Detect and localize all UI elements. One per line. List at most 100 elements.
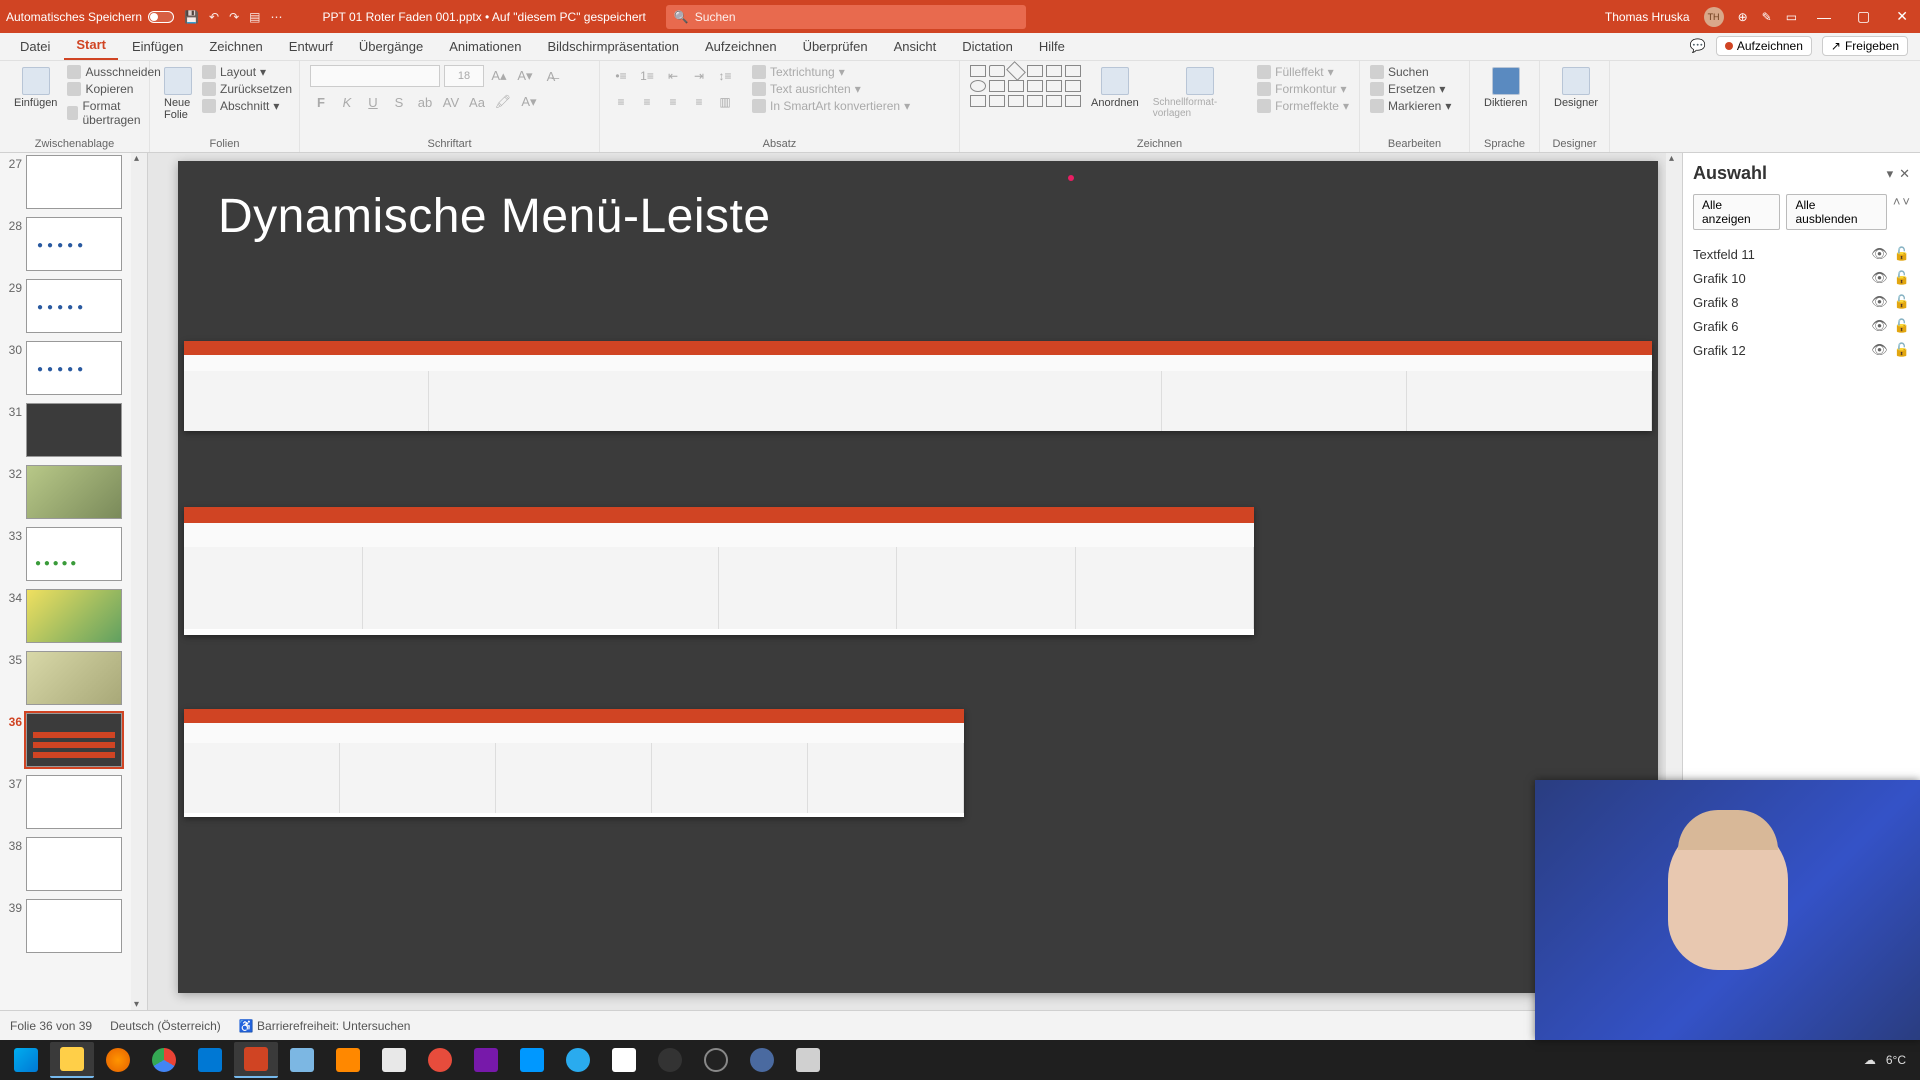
slide-counter[interactable]: Folie 36 von 39 bbox=[10, 1019, 92, 1033]
pane-dropdown-icon[interactable]: ▾ bbox=[1887, 166, 1894, 182]
new-slide-button[interactable]: Neue Folie bbox=[160, 65, 196, 123]
search-box[interactable]: 🔍 Suchen bbox=[666, 5, 1026, 29]
slide-image-ribbon-medium[interactable] bbox=[184, 507, 1254, 635]
lock-icon[interactable]: 🔓 bbox=[1894, 270, 1910, 286]
bold-button[interactable]: F bbox=[310, 91, 332, 113]
app-button-1[interactable] bbox=[280, 1042, 324, 1078]
user-avatar[interactable]: TH bbox=[1704, 7, 1724, 27]
app-button-6[interactable] bbox=[740, 1042, 784, 1078]
highlight-button[interactable]: 🖍 bbox=[492, 91, 514, 113]
indent-left-button[interactable]: ⇤ bbox=[662, 65, 684, 87]
pen-icon[interactable]: ✎ bbox=[1762, 10, 1772, 24]
system-tray[interactable]: ☁ 6°C bbox=[1864, 1053, 1916, 1067]
visibility-icon[interactable]: 👁 bbox=[1871, 270, 1888, 286]
tab-bildschirmpraesentation[interactable]: Bildschirmpräsentation bbox=[535, 33, 691, 60]
align-right-button[interactable]: ≡ bbox=[662, 91, 684, 113]
thumbnail-slide-32[interactable]: 32 bbox=[2, 465, 143, 519]
thumbnail-slide-33[interactable]: 33 bbox=[2, 527, 143, 581]
line-spacing-button[interactable]: ↕≡ bbox=[714, 65, 736, 87]
thumbnail-slide-37[interactable]: 37 bbox=[2, 775, 143, 829]
slide-image-ribbon-small[interactable] bbox=[184, 709, 964, 817]
start-button[interactable] bbox=[4, 1042, 48, 1078]
onenote-button[interactable] bbox=[464, 1042, 508, 1078]
tab-zeichnen[interactable]: Zeichnen bbox=[197, 33, 274, 60]
tab-dictation[interactable]: Dictation bbox=[950, 33, 1025, 60]
selection-item[interactable]: Grafik 8👁🔓 bbox=[1693, 294, 1910, 310]
font-color-button[interactable]: A▾ bbox=[518, 91, 540, 113]
thumbnail-slide-38[interactable]: 38 bbox=[2, 837, 143, 891]
firefox-button[interactable] bbox=[96, 1042, 140, 1078]
tab-uebergaenge[interactable]: Übergänge bbox=[347, 33, 435, 60]
tab-aufzeichnen[interactable]: Aufzeichnen bbox=[693, 33, 789, 60]
explorer-button[interactable] bbox=[50, 1042, 94, 1078]
outlook-button[interactable] bbox=[188, 1042, 232, 1078]
save-icon[interactable]: 💾 bbox=[184, 10, 199, 24]
slide-title-text[interactable]: Dynamische Menü-Leiste bbox=[178, 161, 1658, 254]
visibility-icon[interactable]: 👁 bbox=[1871, 294, 1888, 310]
smartart-button[interactable]: In SmartArt konvertieren▾ bbox=[752, 99, 910, 113]
redo-icon[interactable]: ↷ bbox=[229, 10, 239, 24]
ribbon-mode-icon[interactable]: ▭ bbox=[1786, 10, 1797, 24]
app-button-4[interactable] bbox=[602, 1042, 646, 1078]
thumbnail-slide-28[interactable]: 28 bbox=[2, 217, 143, 271]
font-size-select[interactable]: 18 bbox=[444, 65, 484, 87]
align-left-button[interactable]: ≡ bbox=[610, 91, 632, 113]
font-family-select[interactable] bbox=[310, 65, 440, 87]
cut-button[interactable]: Ausschneiden bbox=[67, 65, 160, 79]
align-center-button[interactable]: ≡ bbox=[636, 91, 658, 113]
thumbnails-scrollbar[interactable] bbox=[131, 153, 147, 1010]
share-button[interactable]: ↗Freigeben bbox=[1822, 36, 1908, 56]
align-text-button[interactable]: Text ausrichten▾ bbox=[752, 82, 910, 96]
user-name[interactable]: Thomas Hruska bbox=[1605, 10, 1690, 24]
more-icon[interactable]: ⋯ bbox=[271, 10, 283, 24]
hide-all-button[interactable]: Alle ausblenden bbox=[1786, 194, 1886, 230]
app-button-2[interactable] bbox=[372, 1042, 416, 1078]
grow-font-button[interactable]: A▴ bbox=[488, 65, 510, 87]
pane-close-icon[interactable]: ✕ bbox=[1899, 166, 1910, 182]
tab-einfuegen[interactable]: Einfügen bbox=[120, 33, 195, 60]
justify-button[interactable]: ≡ bbox=[688, 91, 710, 113]
toggle-switch[interactable] bbox=[148, 11, 174, 23]
reset-button[interactable]: Zurücksetzen bbox=[202, 82, 292, 96]
lock-icon[interactable]: 🔓 bbox=[1894, 342, 1910, 358]
layout-button[interactable]: Layout▾ bbox=[202, 65, 292, 79]
thumbnail-slide-35[interactable]: 35 bbox=[2, 651, 143, 705]
shrink-font-button[interactable]: A▾ bbox=[514, 65, 536, 87]
move-down-icon[interactable]: ˅ bbox=[1902, 194, 1910, 230]
thumbnail-slide-30[interactable]: 30 bbox=[2, 341, 143, 395]
tab-animationen[interactable]: Animationen bbox=[437, 33, 533, 60]
bullets-button[interactable]: •≡ bbox=[610, 65, 632, 87]
lock-icon[interactable]: 🔓 bbox=[1894, 318, 1910, 334]
tab-entwurf[interactable]: Entwurf bbox=[277, 33, 345, 60]
accessibility-status[interactable]: ♿ Barrierefreiheit: Untersuchen bbox=[239, 1019, 411, 1033]
lock-icon[interactable]: 🔓 bbox=[1894, 294, 1910, 310]
language-status[interactable]: Deutsch (Österreich) bbox=[110, 1019, 221, 1033]
copy-button[interactable]: Kopieren bbox=[67, 82, 160, 96]
selection-item[interactable]: Grafik 12👁🔓 bbox=[1693, 342, 1910, 358]
autosave-toggle[interactable]: Automatisches Speichern bbox=[6, 10, 174, 24]
find-button[interactable]: Suchen bbox=[1370, 65, 1451, 79]
select-button[interactable]: Markieren▾ bbox=[1370, 99, 1451, 113]
paste-button[interactable]: Einfügen bbox=[10, 65, 61, 111]
sync-icon[interactable]: ⊕ bbox=[1738, 10, 1748, 24]
undo-icon[interactable]: ↶ bbox=[209, 10, 219, 24]
document-title[interactable]: PPT 01 Roter Faden 001.pptx • Auf "diese… bbox=[323, 10, 646, 24]
underline-button[interactable]: U bbox=[362, 91, 384, 113]
italic-button[interactable]: K bbox=[336, 91, 358, 113]
shapes-gallery[interactable] bbox=[970, 65, 1081, 107]
telegram-button[interactable] bbox=[556, 1042, 600, 1078]
text-direction-button[interactable]: Textrichtung▾ bbox=[752, 65, 910, 79]
app-button-5[interactable] bbox=[694, 1042, 738, 1078]
thumbnail-slide-31[interactable]: 31 bbox=[2, 403, 143, 457]
designer-button[interactable]: Designer bbox=[1550, 65, 1602, 111]
tab-ueberpruefen[interactable]: Überprüfen bbox=[791, 33, 880, 60]
section-button[interactable]: Abschnitt▾ bbox=[202, 99, 292, 113]
strike-button[interactable]: S bbox=[388, 91, 410, 113]
minimize-button[interactable]: — bbox=[1811, 9, 1837, 25]
powerpoint-button[interactable] bbox=[234, 1042, 278, 1078]
close-button[interactable]: ✕ bbox=[1890, 8, 1914, 25]
comments-icon[interactable]: 💬 bbox=[1690, 38, 1706, 54]
move-up-icon[interactable]: ˄ bbox=[1893, 194, 1901, 230]
weather-icon[interactable]: ☁ bbox=[1864, 1053, 1876, 1067]
chrome-button[interactable] bbox=[142, 1042, 186, 1078]
